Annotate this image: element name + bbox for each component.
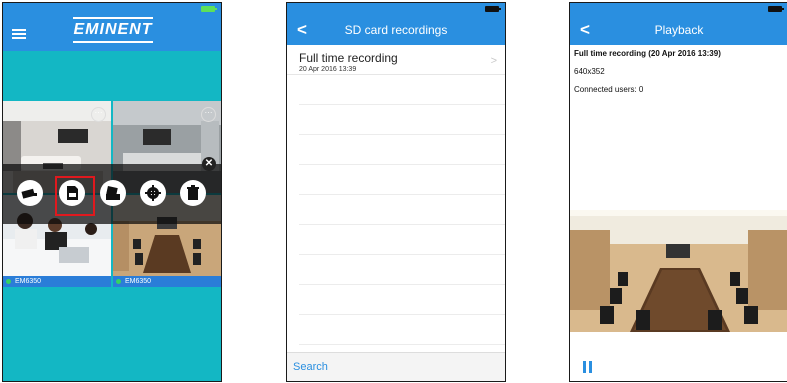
camera-list-screen: EMINENT ··· ··· EM6350 EM6350 ✕: [2, 2, 222, 382]
camera-icon: [21, 188, 37, 199]
recording-title: Full time recording: [299, 51, 398, 65]
snapshot-button[interactable]: [100, 180, 126, 206]
empty-row: [299, 285, 505, 315]
recording-list-item[interactable]: Full time recording 20 Apr 2016 13:39 >: [287, 45, 505, 75]
camera-action-overlay: [3, 164, 221, 224]
connected-users-text: Connected users: 0: [574, 85, 644, 94]
recording-title: Full time recording (20 Apr 2016 13:39): [574, 49, 721, 58]
video-player[interactable]: [570, 210, 787, 332]
pause-icon[interactable]: [583, 361, 593, 373]
highlight-frame: [55, 176, 95, 216]
online-status-icon: [6, 279, 11, 284]
more-options-icon[interactable]: ···: [91, 107, 106, 122]
empty-row: [299, 315, 505, 345]
page-title: Playback: [654, 23, 704, 37]
trash-icon: [187, 185, 199, 200]
empty-row: [299, 165, 505, 195]
nav-bar: < SD card recordings: [287, 15, 505, 45]
conference-room-video-frame: [570, 210, 787, 332]
status-bar: [3, 3, 221, 15]
camera-name: EM6350: [15, 278, 42, 285]
resolution-text: 640x352: [574, 67, 605, 76]
search-button[interactable]: Search: [293, 361, 328, 373]
delete-button[interactable]: [180, 180, 206, 206]
nav-bar: < Playback: [570, 15, 787, 45]
camera-name: EM6350: [125, 278, 152, 285]
empty-row: [299, 195, 505, 225]
empty-row: [299, 105, 505, 135]
camera-label: EM6350: [3, 276, 111, 287]
online-status-icon: [116, 279, 121, 284]
battery-icon: [201, 6, 217, 12]
battery-icon: [485, 6, 501, 12]
menu-icon[interactable]: [12, 29, 26, 39]
empty-row: [299, 135, 505, 165]
app-header: EMINENT: [3, 15, 221, 51]
empty-row: [299, 75, 505, 105]
more-options-icon[interactable]: ···: [201, 107, 216, 122]
snapshot-icon: [106, 186, 120, 200]
status-bar: [287, 3, 505, 15]
gear-icon: [145, 185, 161, 201]
playback-screen: < Playback Full time recording (20 Apr 2…: [569, 2, 787, 382]
status-bar: [570, 3, 787, 15]
camera-button[interactable]: [17, 180, 43, 206]
settings-button[interactable]: [140, 180, 166, 206]
empty-row: [299, 255, 505, 285]
bottom-toolbar: Search: [287, 352, 505, 381]
camera-label: EM6350: [113, 276, 221, 287]
recording-info: Full time recording (20 Apr 2016 13:39) …: [570, 45, 787, 94]
empty-row: [299, 225, 505, 255]
recording-date: 20 Apr 2016 13:39: [299, 66, 357, 73]
chevron-right-icon: >: [490, 55, 497, 67]
sd-recordings-screen: < SD card recordings Full time recording…: [286, 2, 506, 382]
brand-logo: EMINENT: [73, 17, 153, 43]
close-icon[interactable]: ✕: [202, 157, 216, 171]
page-title: SD card recordings: [344, 23, 448, 37]
battery-icon: [768, 6, 784, 12]
